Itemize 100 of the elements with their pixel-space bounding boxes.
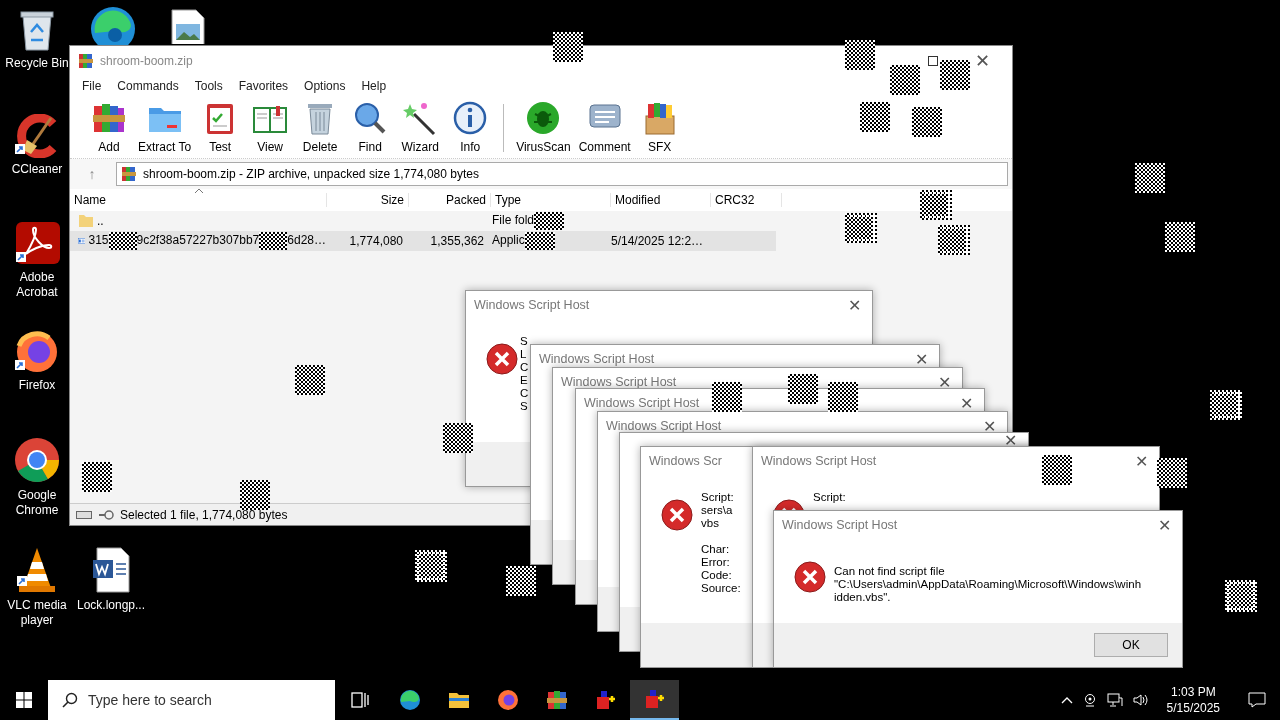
close-icon[interactable]: ✕ <box>844 295 864 315</box>
close-icon[interactable]: ✕ <box>979 416 999 436</box>
glitch-pattern <box>443 423 473 453</box>
table-cell: Name <box>70 193 327 207</box>
table-cell: Size <box>327 193 409 207</box>
glitch-pattern <box>1157 458 1187 488</box>
browser-icon <box>398 689 421 711</box>
table-cell: Type <box>491 193 611 207</box>
network-icon[interactable] <box>1106 693 1123 707</box>
table-cell: CRC32 <box>711 193 782 207</box>
message-line: C <box>520 361 529 374</box>
drive-icon <box>76 510 92 519</box>
comment-button[interactable]: Comment <box>574 100 635 158</box>
menu-item[interactable]: Help <box>353 79 395 93</box>
find-button[interactable]: Find <box>345 100 396 158</box>
info-button[interactable]: Info <box>445 100 496 158</box>
file-row[interactable]: .. File fold <box>70 211 1012 231</box>
table-cell-text: 5/14/2025 12:2… <box>610 234 705 248</box>
menu-item[interactable]: Tools <box>186 79 231 93</box>
key-icon <box>98 509 114 520</box>
wizard-button[interactable]: Wizard <box>395 100 446 158</box>
view-button[interactable]: View <box>245 100 296 158</box>
glitch-pattern <box>845 213 877 243</box>
glitch-pattern <box>940 60 970 90</box>
dialog-title: Windows Script Host <box>561 375 677 389</box>
document-icon[interactable] <box>91 546 131 594</box>
window-title: shroom-boom.zip <box>100 54 194 68</box>
table-cell: Applic <box>488 232 607 250</box>
ok-button[interactable]: OK <box>1094 633 1168 657</box>
close-icon[interactable]: ✕ <box>974 50 990 72</box>
message-line: idden.vbs". <box>834 591 892 604</box>
error-icon <box>661 499 693 531</box>
close-icon[interactable]: ✕ <box>1131 451 1151 471</box>
close-icon[interactable]: ✕ <box>1000 434 1020 447</box>
icon-label: CCleaner <box>11 162 63 177</box>
glitch-pattern <box>524 232 555 250</box>
icon-label: Recycle Bin <box>5 56 69 71</box>
error-icon <box>486 343 518 375</box>
close-icon[interactable]: ✕ <box>934 372 954 392</box>
books-icon <box>545 689 568 711</box>
menu-item[interactable]: Options <box>296 79 354 93</box>
dialog-title: Windows Script Host <box>584 396 700 410</box>
menu-item[interactable]: File <box>74 79 110 93</box>
test-button[interactable]: Test <box>195 100 246 158</box>
dialog-title: Windows Script Host <box>782 518 898 532</box>
recycle-bin-icon[interactable] <box>17 8 57 52</box>
bug-icon <box>525 100 562 136</box>
menu-item[interactable]: Commands <box>109 79 187 93</box>
add-button[interactable]: Add <box>84 100 134 158</box>
glitch-pattern <box>1135 163 1165 193</box>
script-app-icon <box>594 689 617 711</box>
clock[interactable]: 1:03 PM 5/15/2025 <box>1158 684 1228 716</box>
archive-icon <box>121 166 137 182</box>
glitch-pattern <box>828 382 858 412</box>
icon-label: Adobe Acrobat <box>15 270 59 300</box>
dialog-title: Windows Script Host <box>539 352 655 366</box>
browser-icon <box>496 689 519 711</box>
windows-logo-icon[interactable] <box>16 692 32 708</box>
script-app-icon <box>643 688 666 710</box>
browser-icon[interactable] <box>13 436 61 484</box>
chevron-up-icon[interactable] <box>1060 696 1073 704</box>
search-icon <box>62 692 78 708</box>
maximize-icon[interactable] <box>928 56 938 66</box>
table-cell: Packed <box>409 193 491 207</box>
message-line: sers\a <box>701 504 734 517</box>
taskbar-app[interactable] <box>630 680 679 720</box>
up-arrow-icon[interactable]: ↑ <box>74 166 110 182</box>
webcam-icon[interactable] <box>1082 693 1097 707</box>
pdf-app-icon[interactable] <box>14 222 60 266</box>
search-field[interactable]: Type here to search <box>48 680 335 720</box>
glitch-pattern <box>860 102 890 132</box>
file-row[interactable]: 315 9c2f38a57227b307bb7 6d28… 1,774,080 1,355,362 Applic 5/14/2025 12:2… <box>70 231 776 251</box>
glitch-pattern <box>845 40 875 70</box>
glitch-pattern <box>108 232 137 250</box>
glitch-pattern <box>82 462 112 492</box>
dialog-title: Windows Script Host <box>761 454 877 468</box>
table-cell: File fold <box>488 212 607 230</box>
image-file-icon[interactable] <box>170 8 206 44</box>
speaker-icon[interactable] <box>1132 693 1149 707</box>
message-line: Script: <box>701 491 735 504</box>
glitch-pattern <box>920 190 952 220</box>
application-icon <box>78 235 86 247</box>
close-icon[interactable]: ✕ <box>911 349 931 369</box>
error-icon <box>794 561 826 593</box>
status-text: Selected 1 file, 1,774,080 bytes <box>120 507 288 522</box>
sfx-button[interactable]: SFX <box>634 100 685 158</box>
archive-icon <box>78 53 94 69</box>
close-icon[interactable]: ✕ <box>1154 515 1174 535</box>
extract-button[interactable]: Extract To <box>134 100 196 158</box>
menu-item[interactable]: Favorites <box>230 79 297 93</box>
scan-button[interactable]: VirusScan <box>512 100 575 158</box>
dialog-title: Windows Script Host <box>474 298 590 312</box>
delete-button[interactable]: Delete <box>295 100 346 158</box>
notification-icon[interactable] <box>1248 692 1266 708</box>
close-icon[interactable]: ✕ <box>956 393 976 413</box>
message-line: Can not find script file <box>834 565 946 578</box>
info-icon <box>452 100 489 136</box>
path-field[interactable]: shroom-boom.zip - ZIP archive, unpacked size 1,774,080 bytes <box>116 162 1008 186</box>
message-line: Source: <box>701 582 741 595</box>
sort-caret-icon <box>194 188 204 194</box>
